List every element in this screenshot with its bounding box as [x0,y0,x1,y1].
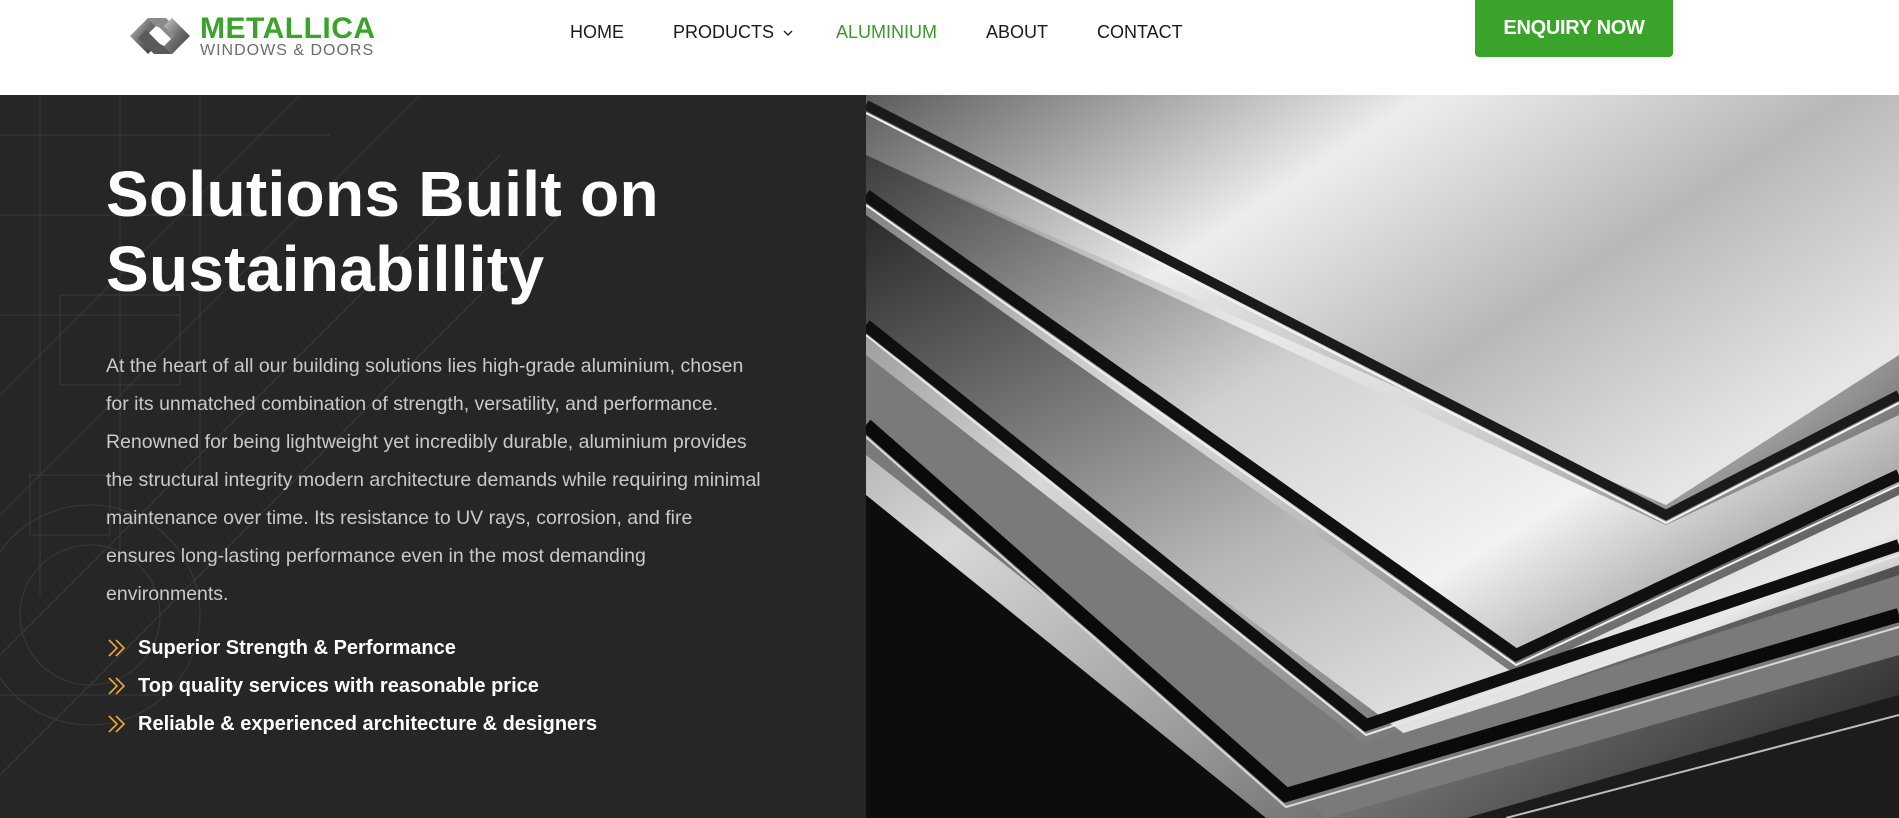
feature-label: Reliable & experienced architecture & de… [138,712,598,735]
brand-tagline: WINDOWS & DOORS [200,42,375,59]
double-chevron-right-icon [108,677,126,695]
metallica-logo-icon [130,18,190,54]
aluminium-sheets-illustration [866,95,1899,818]
hero-title: Solutions Built on Sustainabillity [106,157,726,307]
double-chevron-right-icon [108,639,126,657]
enquiry-now-button[interactable]: ENQUIRY NOW [1475,0,1673,57]
nav-contact[interactable]: CONTACT [1097,20,1183,44]
site-header: METALLICA WINDOWS & DOORS HOME PRODUCTS … [0,0,1899,95]
brand-name: METALLICA [200,12,376,45]
hero-section: Solutions Built on Sustainabillity At th… [0,95,1899,818]
nav-products-label: PRODUCTS [673,22,775,42]
feature-label: Superior Strength & Performance [138,636,456,659]
hero-title-line-2: Sustainabillity [106,233,545,305]
hero-description: At the heart of all our building solutio… [106,355,761,605]
nav-home[interactable]: HOME [570,20,624,44]
hero-title-line-1: Solutions Built on [106,158,659,230]
nav-aluminium[interactable]: ALUMINIUM [836,20,937,44]
feature-label: Top quality services with reasonable pri… [138,674,539,697]
feature-item: Superior Strength & Performance [106,629,806,667]
double-chevron-right-icon [108,715,126,733]
feature-item: Reliable & experienced architecture & de… [106,705,806,743]
nav-about[interactable]: ABOUT [986,20,1048,44]
feature-item: Top quality services with reasonable pri… [106,667,806,705]
aluminium-sheets-image [866,95,1899,818]
nav-products[interactable]: PRODUCTS [673,20,793,44]
hero-text-panel: Solutions Built on Sustainabillity At th… [0,95,866,818]
feature-list: Superior Strength & Performance Top qual… [106,629,806,743]
brand-logo[interactable]: METALLICA WINDOWS & DOORS [126,12,376,60]
chevron-down-icon [783,30,793,37]
